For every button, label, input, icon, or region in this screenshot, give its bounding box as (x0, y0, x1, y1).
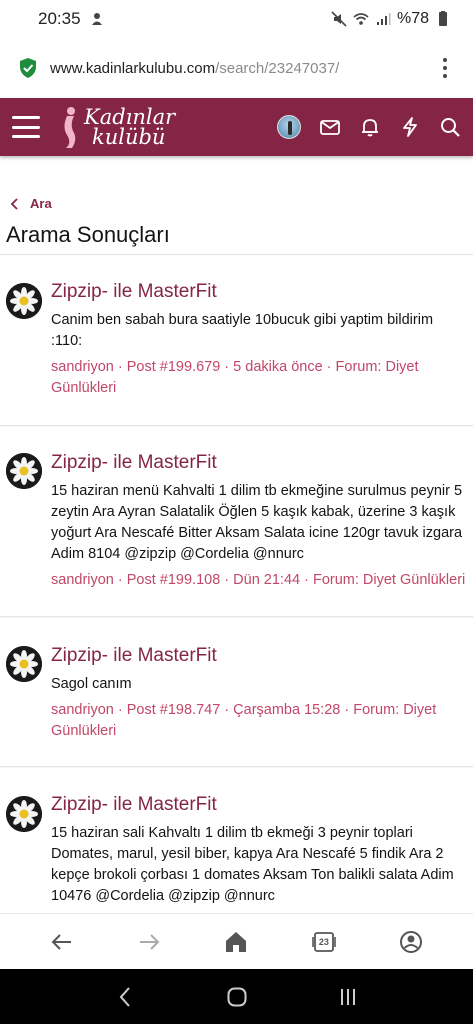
url-domain: www.kadinlarkulubu.com (50, 59, 216, 77)
result-title[interactable]: Zipzip- ile MasterFit (51, 451, 467, 475)
system-home-icon[interactable] (225, 985, 249, 1009)
search-result[interactable]: Zipzip- ile MasterFit Sagol canım sandri… (0, 618, 473, 767)
daisy-icon (6, 453, 42, 489)
tabs-button[interactable]: 23 (311, 929, 337, 955)
browser-menu-icon[interactable] (433, 56, 457, 80)
battery-icon (439, 11, 447, 26)
battery-percent: %78 (396, 10, 429, 27)
result-snippet: 15 haziran sali Kahvaltı 1 dilim tb ekme… (51, 825, 454, 904)
result-snippet: 15 haziran menü Kahvalti 1 dilim tb ekme… (51, 483, 463, 562)
inbox-icon[interactable] (319, 116, 341, 138)
result-meta[interactable]: sandriyon · Post #199.108 · Dün 21:44 · … (51, 570, 467, 591)
home-icon[interactable] (223, 929, 249, 955)
url-path: /search/23247037/ (215, 59, 340, 77)
result-avatar[interactable] (6, 796, 42, 832)
result-meta[interactable]: sandriyon · Post #198.747 · Çarşamba 15:… (51, 700, 467, 742)
result-snippet: Canim ben sabah bura saatiyle 10bucuk gi… (51, 312, 434, 349)
status-bar: 20:35 %78 (0, 0, 473, 38)
result-title[interactable]: Zipzip- ile MasterFit (51, 793, 467, 817)
result-title[interactable]: Zipzip- ile MasterFit (51, 644, 467, 668)
wifi-icon (353, 13, 369, 25)
address-bar[interactable]: www.kadinlarkulubu.com/search/23247037/ (0, 38, 473, 98)
logo-line-1: Kadınlar (84, 105, 176, 129)
bolt-icon[interactable] (399, 116, 421, 138)
daisy-icon (6, 283, 42, 319)
site-logo[interactable]: Kadınlar kulübü (58, 105, 175, 149)
signal-icon (376, 13, 391, 25)
logo-line-2: kulübü (92, 125, 166, 149)
bell-icon[interactable] (359, 116, 381, 138)
tab-count: 23 (318, 936, 329, 947)
search-results-list[interactable]: Zipzip- ile MasterFit Canim ben sabah bu… (0, 255, 473, 913)
status-time: 20:35 (38, 9, 81, 28)
site-header: Kadınlar kulübü (0, 98, 473, 156)
daisy-icon (6, 646, 42, 682)
mute-icon (331, 11, 347, 27)
result-title[interactable]: Zipzip- ile MasterFit (51, 280, 467, 304)
system-back-icon[interactable] (114, 985, 138, 1009)
page-title: Arama Sonuçları (6, 222, 170, 247)
user-avatar[interactable] (277, 115, 301, 139)
hamburger-menu-icon[interactable] (12, 116, 40, 138)
browser-toolbar: 23 (0, 913, 473, 969)
system-navigation-bar (0, 969, 473, 1024)
result-avatar[interactable] (6, 283, 42, 319)
result-snippet: Sagol canım (51, 676, 132, 692)
result-avatar[interactable] (6, 646, 42, 682)
system-recents-icon[interactable] (336, 985, 360, 1009)
breadcrumb[interactable]: Ara (10, 196, 52, 211)
back-arrow-icon[interactable] (49, 929, 75, 955)
url-text[interactable]: www.kadinlarkulubu.com/search/23247037/ (50, 60, 433, 77)
daisy-icon (6, 796, 42, 832)
chevron-left-icon (10, 197, 18, 210)
breadcrumb-label[interactable]: Ara (30, 196, 52, 211)
search-result[interactable]: Zipzip- ile MasterFit 15 haziran menü Ka… (0, 427, 473, 617)
search-icon[interactable] (439, 116, 461, 138)
result-meta[interactable]: sandriyon · Post #199.679 · 5 dakika önc… (51, 357, 467, 399)
result-avatar[interactable] (6, 453, 42, 489)
search-result[interactable]: Zipzip- ile MasterFit 15 haziran sali Ka… (0, 768, 473, 913)
secure-shield-icon (20, 58, 36, 78)
logo-figure-icon (64, 107, 76, 148)
search-result[interactable]: Zipzip- ile MasterFit Canim ben sabah bu… (0, 255, 473, 426)
notification-icon (91, 13, 102, 25)
forward-arrow-icon[interactable] (136, 929, 162, 955)
account-icon[interactable] (398, 929, 424, 955)
